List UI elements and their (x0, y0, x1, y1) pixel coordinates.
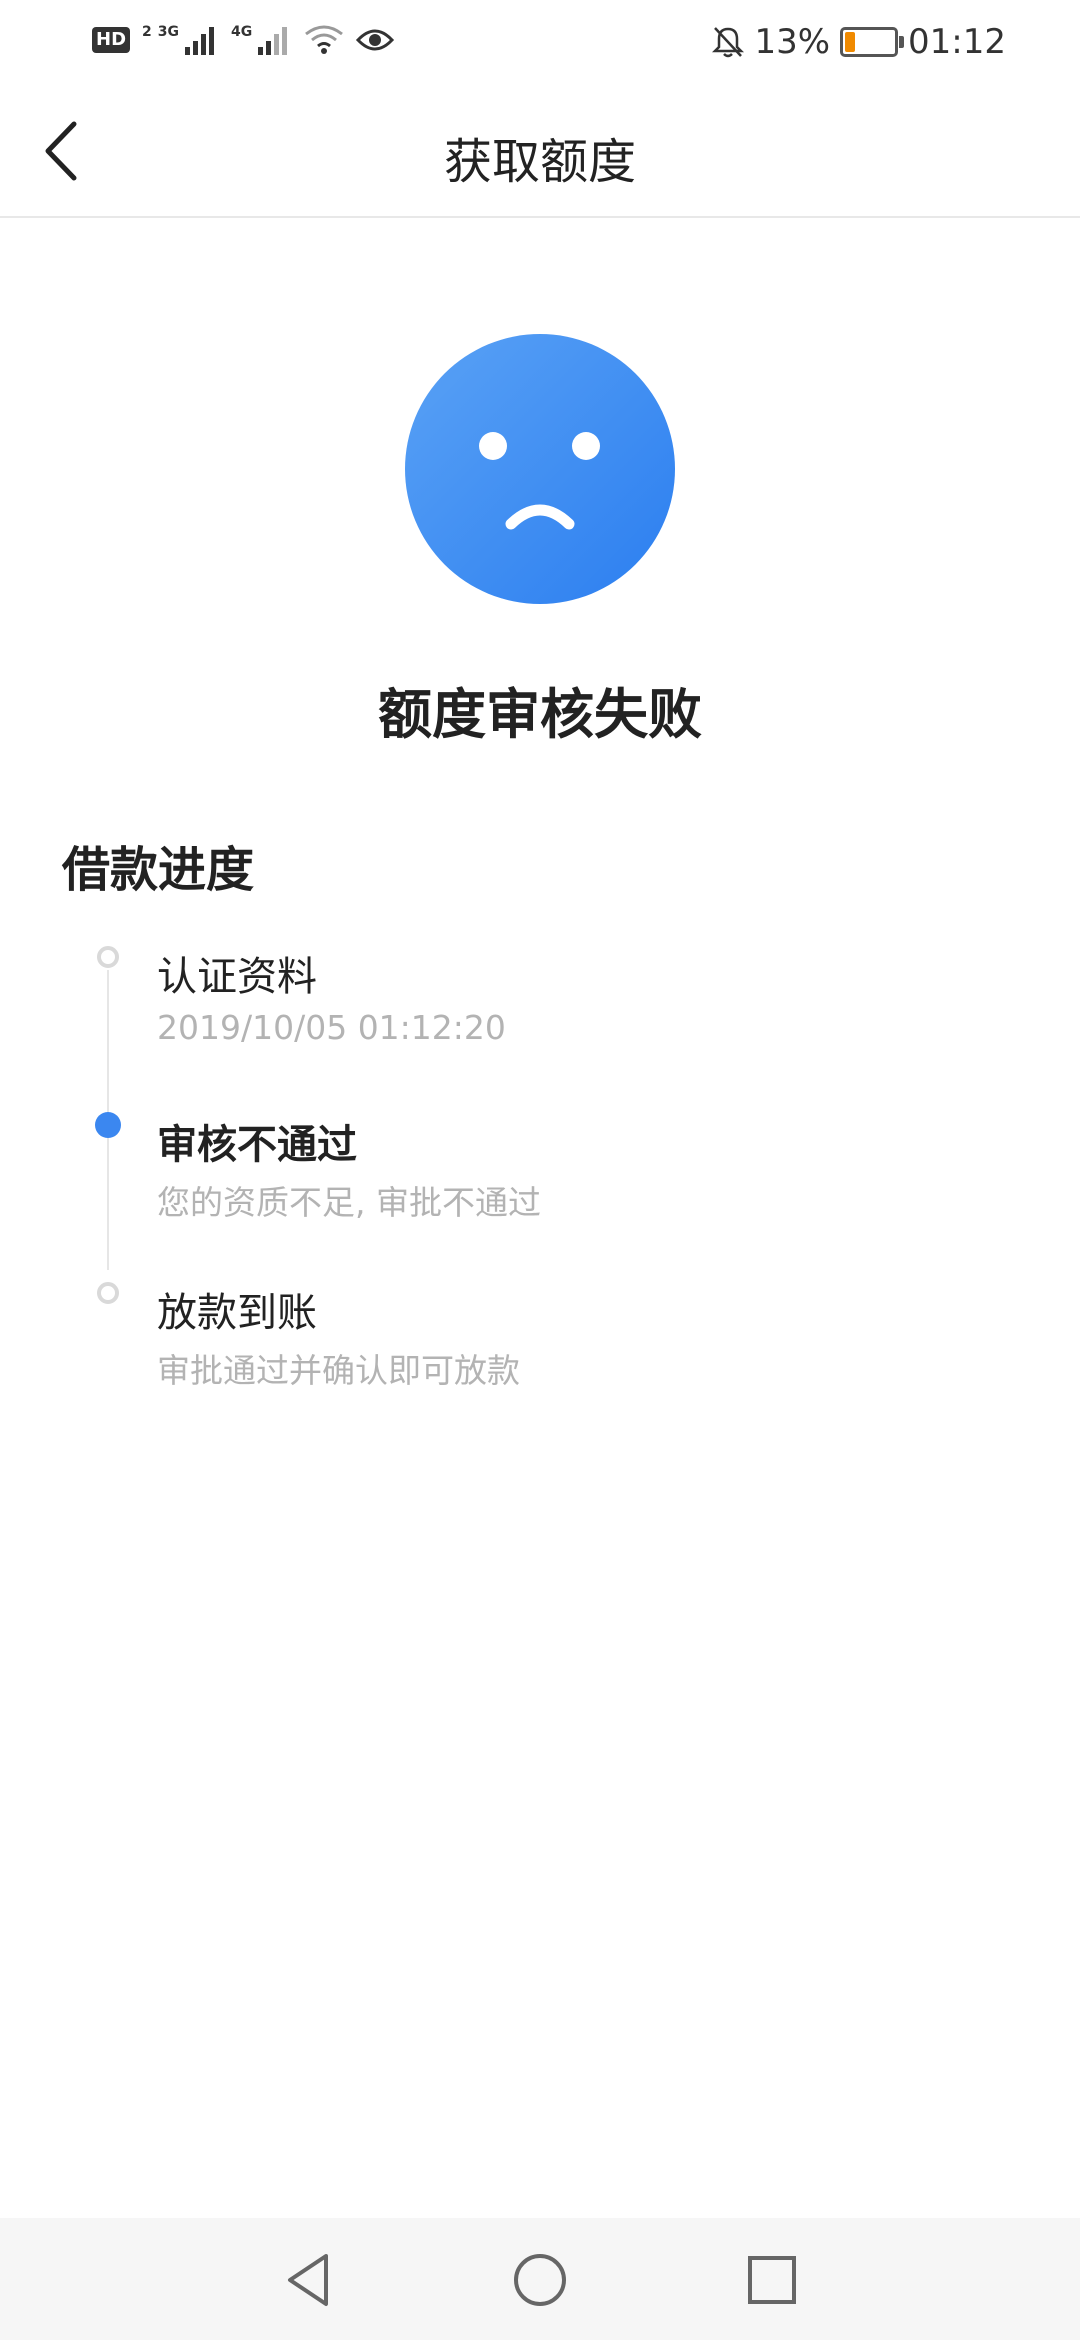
home-circle-icon[interactable] (508, 2248, 572, 2312)
status-bar: HD 2 3G 4G 13% 01:12 (0, 0, 1080, 84)
step-title: 认证资料 (157, 954, 317, 1000)
step-title: 放款到账 (157, 1290, 317, 1336)
recents-square-icon[interactable] (740, 2248, 804, 2312)
result-title: 额度审核失败 (378, 683, 702, 746)
hd-sub: 2 (142, 24, 152, 40)
wifi-icon (305, 25, 344, 54)
status-right: 13% 01:12 (712, 22, 1006, 62)
network-3g-label: 3G (157, 24, 179, 40)
bell-muted-icon (712, 27, 745, 58)
battery-icon (840, 27, 905, 57)
back-triangle-icon[interactable] (276, 2248, 340, 2312)
network-4g-label: 4G (231, 24, 253, 40)
status-left: HD 2 3G 4G (92, 24, 395, 56)
timeline-dot-current (95, 1112, 121, 1138)
status-time: 01:12 (908, 22, 1006, 62)
eye-icon (356, 29, 395, 51)
timeline-dot-done (97, 946, 119, 968)
battery-percent: 13% (754, 22, 831, 62)
hd-badge: HD (92, 27, 131, 53)
nav-bar: 获取额度 (0, 86, 1080, 218)
step-subtitle: 审批通过并确认即可放款 (157, 1351, 520, 1390)
step-subtitle: 2019/10/05 01:12:20 (157, 1008, 506, 1047)
progress-section-title: 借款进度 (62, 842, 255, 898)
system-nav-bar (0, 2218, 1080, 2340)
signal-icon (185, 27, 214, 55)
signal-icon (258, 27, 288, 55)
step-title: 审核不通过 (157, 1122, 357, 1168)
sad-face-icon (405, 334, 675, 604)
step-subtitle: 您的资质不足, 审批不通过 (157, 1183, 541, 1222)
timeline-dot-pending (97, 1282, 119, 1304)
page-title: 获取额度 (443, 134, 636, 190)
